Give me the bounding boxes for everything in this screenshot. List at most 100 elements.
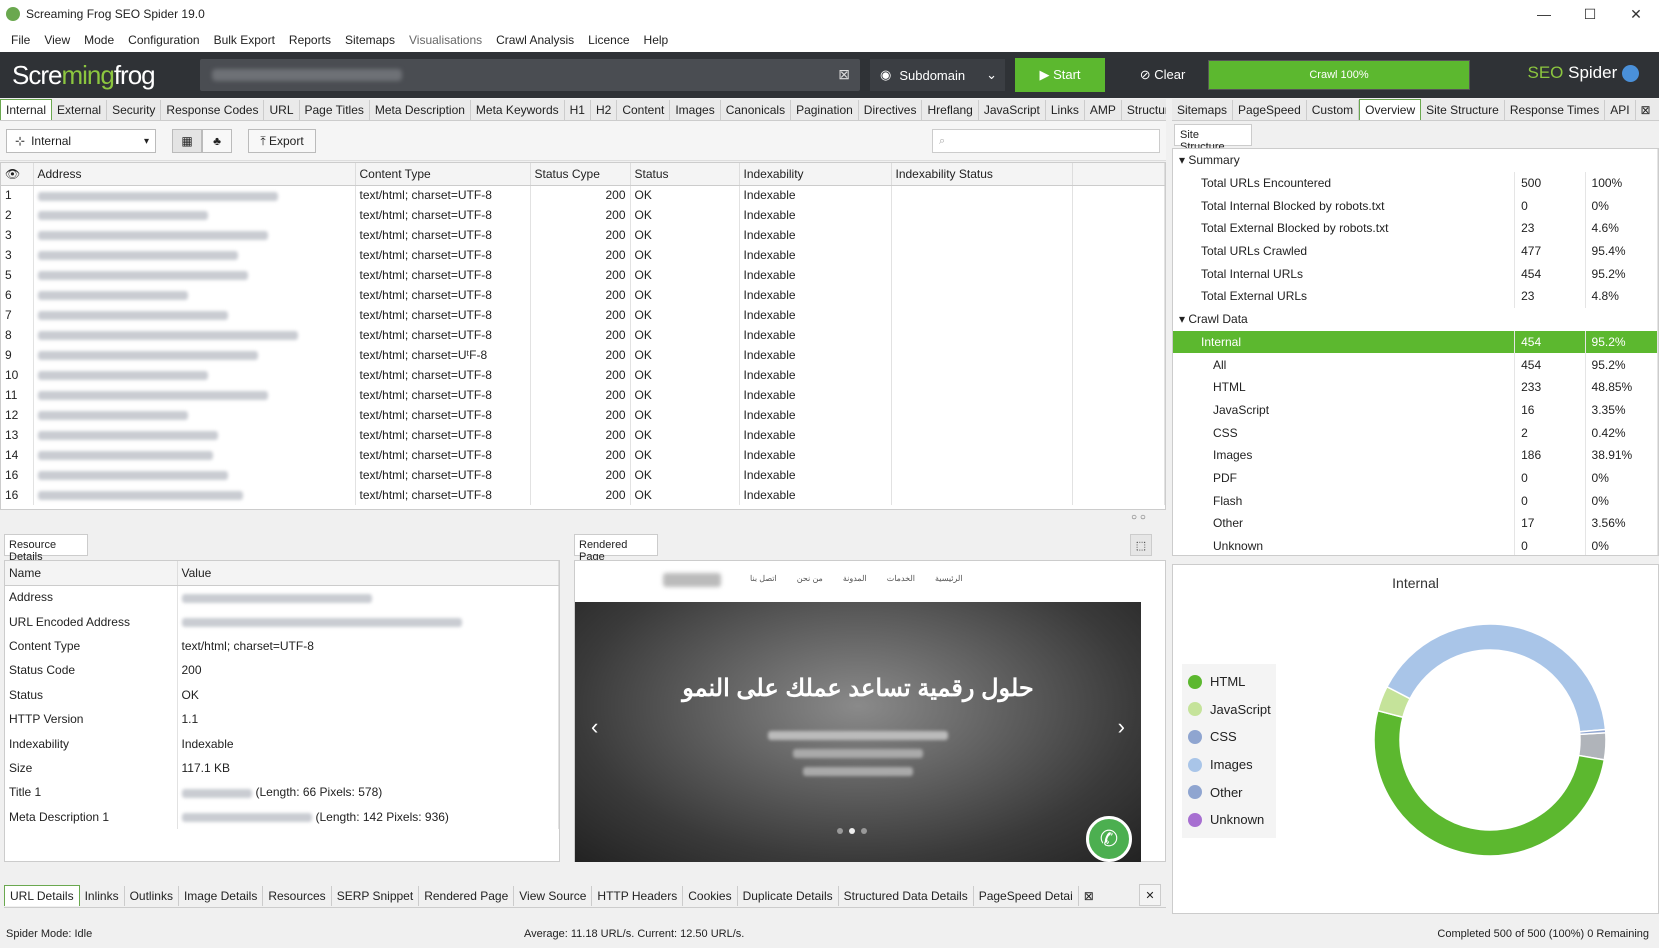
nav-blog[interactable]: المدونة: [843, 574, 867, 583]
tab-directives[interactable]: Directives: [859, 99, 923, 120]
close-button[interactable]: ✕: [1613, 0, 1659, 28]
donut-slice-html[interactable]: [1373, 709, 1606, 857]
tab-content[interactable]: Content: [617, 99, 671, 120]
tab-overview[interactable]: Overview: [1359, 99, 1422, 120]
table-row[interactable]: 14 text/html; charset=UTF-8 200 OK Indexable: [1, 445, 1165, 465]
resource-row[interactable]: Status OK: [5, 682, 559, 707]
resource-row[interactable]: HTTP Version 1.1: [5, 706, 559, 732]
tab-image-details[interactable]: Image Details: [179, 885, 264, 906]
carousel-dot[interactable]: [861, 828, 867, 834]
tab-view-source[interactable]: View Source: [514, 885, 593, 906]
twitter-icon[interactable]: [1622, 65, 1639, 83]
resource-row[interactable]: URL Encoded Address: [5, 609, 559, 634]
col-status-code[interactable]: Status Cype: [530, 163, 631, 186]
tab-rendered-page[interactable]: Rendered Page: [419, 885, 515, 906]
tab-url[interactable]: URL: [264, 99, 300, 120]
resource-row[interactable]: Meta Description 1 (Length: 142 Pixels: 9…: [5, 804, 559, 829]
menu-configuration[interactable]: Configuration: [121, 33, 206, 47]
carousel-dot[interactable]: [849, 828, 855, 834]
address-cell[interactable]: [33, 385, 356, 405]
summary-row[interactable]: Total Internal Blocked by robots.txt 0 0%: [1173, 194, 1658, 218]
tab-page-titles[interactable]: Page Titles: [300, 99, 370, 120]
legend-item-javascript[interactable]: JavaScript: [1182, 696, 1276, 724]
legend-item-unknown[interactable]: Unknown: [1182, 806, 1276, 834]
tab-structured-data-details[interactable]: Structured Data Details: [839, 885, 974, 906]
tree-node-crawl-data[interactable]: ▾ Crawl Data: [1173, 307, 1658, 331]
tab-duplicate-details[interactable]: Duplicate Details: [738, 885, 839, 906]
menu-reports[interactable]: Reports: [282, 33, 338, 47]
summary-row[interactable]: Total URLs Crawled 477 95.4%: [1173, 239, 1658, 263]
tab-http-headers[interactable]: HTTP Headers: [592, 885, 684, 906]
tab-links[interactable]: Links: [1046, 99, 1085, 120]
table-row[interactable]: 16 text/html; charset=UTF-8 200 OK Indexable: [1, 465, 1165, 485]
tab-custom[interactable]: Custom: [1307, 99, 1360, 120]
tab-rendered-page-panel[interactable]: Rendered Page: [574, 534, 658, 563]
col-address[interactable]: Address: [33, 163, 356, 186]
tab-meta-description[interactable]: Meta Description: [370, 99, 471, 120]
filter-dropdown[interactable]: ⊹ Internal ▾: [6, 129, 156, 153]
menu-bulk-export[interactable]: Bulk Export: [207, 33, 282, 47]
table-row[interactable]: 3 text/html; charset=UTF-8 200 OK Indexable: [1, 225, 1165, 245]
tab-pagination[interactable]: Pagination: [791, 99, 859, 120]
tab-h1[interactable]: H1: [565, 99, 591, 120]
crawl-row[interactable]: CSS 2 0.42%: [1173, 421, 1658, 444]
resource-row[interactable]: Status Code 200: [5, 658, 559, 683]
crawl-row[interactable]: PDF 0 0%: [1173, 466, 1658, 490]
tab-meta-keywords[interactable]: Meta Keywords: [471, 99, 565, 120]
legend-item-html[interactable]: HTML: [1182, 668, 1276, 696]
address-cell[interactable]: [33, 485, 356, 505]
site-structure-subtab[interactable]: Site Structure: [1174, 124, 1252, 153]
table-row[interactable]: 3 text/html; charset=UTF-8 200 OK Indexable: [1, 245, 1165, 265]
resource-row[interactable]: Size 117.1 KB: [5, 755, 559, 781]
address-cell[interactable]: [33, 225, 356, 245]
col-indexability-status[interactable]: Indexability Status: [891, 163, 1073, 186]
crawl-row[interactable]: Other 17 3.56%: [1173, 512, 1658, 535]
menu-view[interactable]: View: [37, 33, 77, 47]
table-row[interactable]: 2 text/html; charset=UTF-8 200 OK Indexable: [1, 205, 1165, 225]
tab-url-details[interactable]: URL Details: [4, 885, 80, 906]
address-cell[interactable]: [33, 185, 356, 205]
whatsapp-icon[interactable]: ✆: [1086, 816, 1132, 862]
tab-serp-snippet[interactable]: SERP Snippet: [332, 885, 420, 906]
tab-internal[interactable]: Internal: [0, 99, 53, 120]
menu-file[interactable]: File: [4, 33, 37, 47]
col-name[interactable]: Name: [5, 561, 178, 586]
crawl-row[interactable]: Unknown 0 0%: [1173, 534, 1658, 555]
crawl-row[interactable]: JavaScript 16 3.35%: [1173, 398, 1658, 422]
table-row[interactable]: 13 text/html; charset=UTF-8 200 OK Indexable: [1, 425, 1165, 445]
tab-api[interactable]: API: [1605, 99, 1636, 120]
tab-inlinks[interactable]: Inlinks: [80, 885, 125, 906]
start-button[interactable]: ▶ Start: [1015, 58, 1105, 92]
nav-contact[interactable]: اتصل بنا: [750, 574, 777, 583]
minimize-button[interactable]: —: [1521, 0, 1567, 28]
donut-slice-images[interactable]: [1385, 623, 1607, 733]
crawl-row[interactable]: All 454 95.2%: [1173, 353, 1658, 376]
crawl-row[interactable]: Images 186 38.91%: [1173, 443, 1658, 467]
address-cell[interactable]: [33, 405, 356, 425]
tab-pagespeed-details[interactable]: PageSpeed Detai: [974, 885, 1079, 906]
address-cell[interactable]: [33, 205, 356, 225]
nav-services[interactable]: الخدمات: [887, 574, 915, 583]
eye-icon[interactable]: 👁: [5, 167, 20, 181]
url-input[interactable]: ⊠: [200, 59, 860, 91]
clear-url-icon[interactable]: ⊠: [838, 66, 850, 83]
summary-row[interactable]: Total URLs Encountered 500 100%: [1173, 171, 1658, 195]
tab-resources[interactable]: Resources: [263, 885, 332, 906]
address-cell[interactable]: [33, 325, 356, 345]
crawl-data-header[interactable]: ▾ Crawl Data: [1173, 307, 1658, 331]
tab-site-structure[interactable]: Site Structure: [1421, 99, 1505, 120]
tab-pagespeed[interactable]: PageSpeed: [1233, 99, 1307, 120]
overview-row-internal[interactable]: Internal 454 95.2%: [1173, 330, 1658, 354]
tab-sitemaps[interactable]: Sitemaps: [1172, 99, 1234, 120]
tab-structured-data[interactable]: Structured Data: [1122, 100, 1166, 120]
carousel-prev-icon[interactable]: ‹: [591, 714, 598, 740]
tab-amp[interactable]: AMP: [1085, 99, 1122, 120]
search-input[interactable]: ⌕: [932, 129, 1160, 153]
address-cell[interactable]: [33, 345, 356, 365]
menu-help[interactable]: Help: [637, 33, 676, 47]
menu-crawl-analysis[interactable]: Crawl Analysis: [489, 33, 581, 47]
tab-resource-details[interactable]: Resource Details: [4, 534, 88, 563]
tab-external[interactable]: External: [52, 99, 108, 120]
menu-mode[interactable]: Mode: [77, 33, 121, 47]
summary-row[interactable]: Total External Blocked by robots.txt 23 4.…: [1173, 217, 1658, 240]
